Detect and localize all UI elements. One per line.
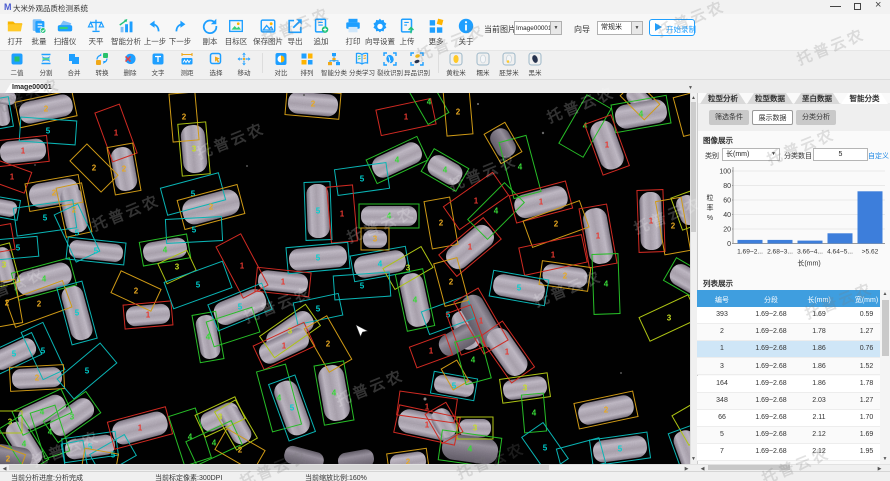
svg-text:4: 4 — [443, 166, 448, 175]
svg-text:2: 2 — [37, 300, 42, 309]
svg-text:1: 1 — [425, 403, 430, 412]
svg-text:%: % — [707, 215, 713, 222]
svg-text:4: 4 — [163, 246, 168, 255]
svg-text:40: 40 — [723, 212, 731, 219]
svg-text:2: 2 — [35, 374, 40, 383]
svg-text:4: 4 — [212, 439, 217, 448]
svg-text:2: 2 — [182, 113, 187, 122]
svg-text:5: 5 — [360, 282, 365, 291]
svg-text:5: 5 — [543, 444, 548, 453]
svg-text:粒: 粒 — [707, 193, 714, 202]
svg-text:60: 60 — [723, 198, 731, 205]
svg-text:80: 80 — [723, 183, 731, 190]
svg-text:1: 1 — [505, 348, 510, 357]
svg-text:2.68~3...: 2.68~3... — [767, 249, 793, 256]
svg-text:1: 1 — [605, 141, 610, 150]
svg-text:1: 1 — [281, 278, 286, 287]
svg-text:2: 2 — [6, 455, 11, 464]
svg-text:4: 4 — [395, 156, 400, 165]
svg-text:1: 1 — [539, 198, 544, 207]
svg-text:2: 2 — [122, 165, 127, 174]
svg-text:2: 2 — [44, 105, 49, 114]
svg-text:5: 5 — [94, 247, 99, 256]
svg-text:5: 5 — [85, 367, 90, 376]
svg-text:5: 5 — [111, 451, 116, 460]
svg-text:1: 1 — [596, 232, 601, 241]
svg-text:1: 1 — [479, 317, 484, 326]
svg-text:4: 4 — [277, 394, 282, 403]
svg-text:0: 0 — [727, 241, 731, 248]
svg-text:4: 4 — [468, 445, 473, 454]
svg-text:率: 率 — [707, 203, 714, 212]
svg-text:5: 5 — [316, 305, 321, 314]
svg-text:1: 1 — [340, 210, 345, 219]
svg-text:2: 2 — [439, 219, 444, 228]
svg-text:2: 2 — [311, 100, 316, 109]
svg-text:长(mm): 长(mm) — [797, 259, 820, 268]
svg-text:5: 5 — [43, 214, 48, 223]
svg-text:2: 2 — [456, 108, 461, 117]
svg-text:5: 5 — [316, 207, 321, 216]
svg-text:5: 5 — [316, 254, 321, 263]
svg-text:4: 4 — [532, 409, 537, 418]
svg-text:100: 100 — [719, 169, 731, 176]
svg-text:1: 1 — [138, 424, 143, 433]
svg-text:3: 3 — [473, 424, 478, 433]
svg-text:1: 1 — [114, 129, 119, 138]
svg-text:4: 4 — [494, 207, 499, 216]
svg-text:3.66~4...: 3.66~4... — [797, 249, 823, 256]
svg-text:1: 1 — [404, 113, 409, 122]
svg-text:4: 4 — [427, 98, 432, 107]
svg-text:5: 5 — [16, 244, 21, 253]
svg-text:5: 5 — [46, 127, 51, 136]
svg-text:2: 2 — [134, 287, 139, 296]
svg-text:1: 1 — [551, 251, 556, 260]
svg-text:5: 5 — [41, 347, 46, 356]
svg-text:5: 5 — [360, 175, 365, 184]
svg-text:1: 1 — [21, 147, 26, 156]
svg-text:5: 5 — [75, 229, 80, 238]
svg-text:5: 5 — [517, 284, 522, 293]
svg-text:20: 20 — [723, 227, 731, 234]
svg-text:1: 1 — [10, 173, 15, 182]
svg-text:5: 5 — [192, 226, 197, 235]
svg-text:3: 3 — [523, 384, 528, 393]
svg-text:2: 2 — [92, 164, 97, 173]
svg-text:5: 5 — [75, 309, 80, 318]
svg-text:4: 4 — [471, 356, 476, 365]
svg-text:3: 3 — [175, 263, 180, 272]
svg-text:3: 3 — [70, 413, 75, 422]
svg-text:1: 1 — [240, 262, 245, 271]
svg-text:4: 4 — [413, 296, 418, 305]
svg-text:3: 3 — [2, 261, 7, 270]
svg-text:2: 2 — [5, 299, 10, 308]
svg-text:4: 4 — [22, 440, 27, 449]
svg-text:4: 4 — [378, 260, 383, 269]
svg-text:2: 2 — [554, 220, 559, 229]
svg-text:4: 4 — [639, 110, 644, 119]
svg-text:2: 2 — [209, 203, 214, 212]
svg-text:1: 1 — [474, 197, 479, 206]
svg-text:>5.62: >5.62 — [862, 249, 879, 256]
svg-text:4.64~5...: 4.64~5... — [827, 249, 853, 256]
svg-text:2: 2 — [326, 340, 331, 349]
svg-text:1.69~2...: 1.69~2... — [737, 249, 763, 256]
svg-text:1: 1 — [282, 342, 287, 351]
svg-text:2: 2 — [449, 278, 454, 287]
svg-text:2: 2 — [604, 406, 609, 415]
svg-text:5: 5 — [12, 350, 17, 359]
svg-text:1: 1 — [146, 311, 151, 320]
svg-text:3: 3 — [218, 413, 223, 422]
svg-text:5: 5 — [618, 445, 623, 454]
svg-text:1: 1 — [429, 347, 434, 356]
svg-text:5: 5 — [290, 404, 295, 413]
svg-text:3: 3 — [667, 314, 672, 323]
svg-text:5: 5 — [196, 281, 201, 290]
svg-text:1: 1 — [468, 243, 473, 252]
